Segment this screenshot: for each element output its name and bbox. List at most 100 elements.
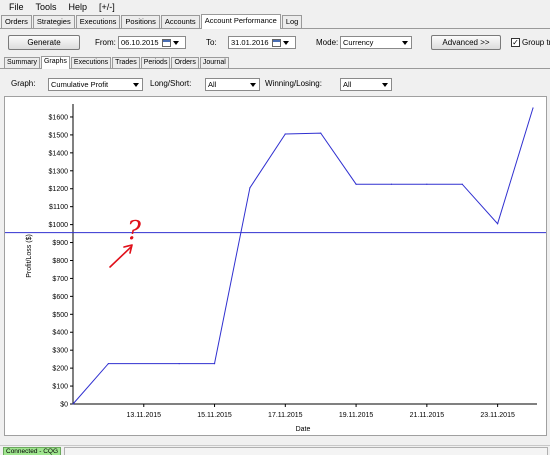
chevron-down-icon[interactable] bbox=[172, 40, 179, 45]
to-date-value: 31.01.2016 bbox=[231, 38, 269, 47]
to-label: To: bbox=[206, 38, 217, 47]
data-point bbox=[426, 183, 428, 185]
x-tick-label: 23.11.2015 bbox=[480, 412, 515, 419]
y-tick-label: $1200 bbox=[49, 186, 69, 193]
annotation-arrow-shaft bbox=[109, 246, 132, 268]
data-point bbox=[390, 183, 393, 185]
group-trades-checkbox[interactable]: ✓ bbox=[511, 38, 520, 47]
tab-positions[interactable]: Positions bbox=[121, 15, 160, 28]
performance-toolbar: Generate From: 06.10.2015 To: 31.01.2016… bbox=[0, 30, 550, 56]
graph-type-select[interactable]: Cumulative Profit bbox=[48, 78, 143, 91]
winning-losing-value: All bbox=[343, 80, 352, 89]
to-date-field[interactable]: 31.01.2016 bbox=[228, 36, 296, 49]
y-tick-label: $500 bbox=[52, 312, 68, 319]
y-tick-label: $400 bbox=[52, 330, 68, 337]
chevron-down-icon bbox=[250, 83, 256, 87]
tab-log[interactable]: Log bbox=[281, 15, 303, 28]
tab-executions-report[interactable]: Executions bbox=[70, 57, 112, 68]
from-date-value: 06.10.2015 bbox=[121, 38, 159, 47]
tab-graphs[interactable]: Graphs bbox=[40, 56, 70, 69]
winning-losing-select[interactable]: All bbox=[340, 78, 392, 91]
menu-tools[interactable]: Tools bbox=[30, 2, 63, 12]
x-tick-label: 21.11.2015 bbox=[410, 412, 445, 419]
chevron-down-icon bbox=[133, 83, 139, 87]
y-tick-label: $1600 bbox=[49, 114, 69, 121]
tab-journal[interactable]: Journal bbox=[199, 57, 229, 68]
advanced-button[interactable]: Advanced >> bbox=[431, 35, 501, 50]
chart-svg: $0 $100 $200 $300 $400 $500 $600 $700 $800 $900 $1… bbox=[5, 104, 546, 433]
graph-panel: Graph: Cumulative Profit Long/Short: All… bbox=[0, 69, 550, 437]
tab-periods[interactable]: Periods bbox=[140, 57, 171, 68]
tab-executions[interactable]: Executions bbox=[75, 15, 121, 28]
tab-summary[interactable]: Summary bbox=[4, 57, 40, 68]
data-point bbox=[72, 403, 74, 405]
cumulative-profit-line bbox=[72, 107, 534, 405]
report-tab-strip: Summary Graphs Executions Trades Periods… bbox=[0, 56, 550, 69]
x-tick-label: 13.11.2015 bbox=[127, 412, 162, 419]
main-tab-strip: Orders Strategies Executions Positions A… bbox=[0, 14, 550, 29]
y-tick-label: $100 bbox=[52, 384, 68, 391]
mode-select[interactable]: Currency bbox=[340, 36, 412, 49]
long-short-select[interactable]: All bbox=[205, 78, 260, 91]
connection-status-badge: Connected - CQG bbox=[3, 447, 62, 455]
y-tick-label: $1300 bbox=[49, 168, 69, 175]
graph-type-label: Graph: bbox=[11, 79, 36, 88]
x-tick-label: 17.11.2015 bbox=[268, 412, 303, 419]
y-tick-label: $1000 bbox=[49, 222, 69, 229]
y-tick-label: $1500 bbox=[49, 132, 69, 139]
annotation-question-mark: ? bbox=[127, 216, 142, 246]
y-tick-label: $600 bbox=[52, 294, 68, 301]
tab-orders[interactable]: Orders bbox=[1, 15, 32, 28]
chevron-down-icon bbox=[382, 83, 388, 87]
tab-trades[interactable]: Trades bbox=[112, 57, 140, 68]
y-tick-label: $300 bbox=[52, 348, 68, 355]
data-point bbox=[107, 363, 109, 365]
data-point bbox=[178, 363, 180, 365]
long-short-label: Long/Short: bbox=[150, 79, 192, 88]
data-point bbox=[284, 133, 286, 135]
y-tick-label: $1100 bbox=[49, 204, 68, 211]
tab-orders-report[interactable]: Orders bbox=[171, 57, 199, 68]
x-axis-title: Date bbox=[296, 426, 311, 433]
data-point bbox=[320, 132, 322, 134]
y-tick-label: $0 bbox=[60, 402, 68, 409]
long-short-value: All bbox=[208, 80, 217, 89]
data-point bbox=[213, 363, 216, 365]
tab-accounts[interactable]: Accounts bbox=[160, 15, 200, 28]
status-message-field bbox=[64, 447, 548, 455]
x-tick-label: 19.11.2015 bbox=[339, 412, 374, 419]
winning-losing-label: Winning/Losing: bbox=[265, 79, 322, 88]
chevron-down-icon bbox=[402, 41, 408, 45]
y-tick-label: $700 bbox=[52, 276, 68, 283]
menu-expand-collapse[interactable]: [+/-] bbox=[93, 2, 121, 12]
y-tick-label: $1400 bbox=[49, 150, 69, 157]
tab-account-performance[interactable]: Account Performance bbox=[200, 14, 281, 29]
calendar-icon[interactable] bbox=[161, 38, 171, 47]
data-point bbox=[461, 183, 463, 185]
data-point bbox=[249, 187, 251, 189]
from-label: From: bbox=[95, 38, 116, 47]
tab-strategies[interactable]: Strategies bbox=[32, 15, 75, 28]
status-bar: Connected - CQG bbox=[0, 445, 550, 455]
y-tick-label: $800 bbox=[52, 258, 68, 265]
x-tick-label: 15.11.2015 bbox=[197, 412, 232, 419]
group-trades-label: Group tr bbox=[522, 38, 550, 47]
data-point bbox=[497, 223, 499, 225]
calendar-icon[interactable] bbox=[271, 38, 281, 47]
y-tick-label: $200 bbox=[52, 366, 68, 373]
data-point bbox=[355, 183, 357, 185]
menu-file[interactable]: File bbox=[0, 2, 30, 12]
graph-filters: Graph: Cumulative Profit Long/Short: All… bbox=[0, 69, 550, 95]
chevron-down-icon[interactable] bbox=[282, 40, 289, 45]
y-axis-title: Profit/Loss ($) bbox=[26, 234, 33, 278]
menu-bar: File Tools Help [+/-] bbox=[0, 0, 550, 14]
mode-select-value: Currency bbox=[343, 38, 374, 47]
mode-label: Mode: bbox=[316, 38, 339, 47]
data-point bbox=[532, 107, 534, 109]
from-date-field[interactable]: 06.10.2015 bbox=[118, 36, 186, 49]
menu-help[interactable]: Help bbox=[63, 2, 94, 12]
y-tick-label: $900 bbox=[52, 240, 68, 247]
graph-type-value: Cumulative Profit bbox=[51, 80, 109, 89]
generate-button[interactable]: Generate bbox=[8, 35, 80, 50]
cumulative-profit-chart: $0 $100 $200 $300 $400 $500 $600 $700 $800 $900 $1… bbox=[4, 96, 547, 436]
